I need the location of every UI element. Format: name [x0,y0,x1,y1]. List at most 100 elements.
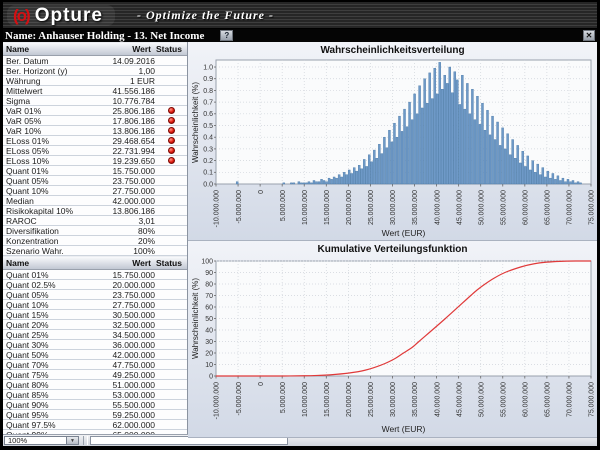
table-row[interactable]: Quant 70% 47.750.000 [3,360,187,370]
zoom-select[interactable]: 100% ▼ [4,436,79,445]
charts-panel: Wahrscheinlichkeitsverteilung Wahrschein… [188,42,597,434]
table-row[interactable]: Quant 10% 27.750.000 [3,186,187,196]
svg-text:70: 70 [205,293,213,300]
red-status-icon [168,137,175,144]
svg-text:100: 100 [201,258,213,265]
row-value: 3,01 [85,216,155,226]
table-row[interactable]: ELoss 10% 19.239.650 [3,156,187,166]
table-row[interactable]: Quant 75% 49.250.000 [3,370,187,380]
svg-text:75.000.000: 75.000.000 [589,190,595,225]
row-name: Quant 05% [3,290,85,300]
row-value: 17.806.186 [85,116,155,126]
svg-text:55.000.000: 55.000.000 [500,382,507,417]
table-row[interactable]: Quant 30% 36.000.000 [3,340,187,350]
row-value: 42.000.000 [85,196,155,206]
cdf-chart: -10.000.000-5.000.00005.000.00010.000.00… [188,241,595,437]
svg-text:70.000.000: 70.000.000 [567,190,574,225]
red-status-icon [168,127,175,134]
help-button[interactable]: ? [220,30,233,41]
row-value: 14.09.2016 [85,56,155,66]
table-row[interactable]: Quant 05% 23.750.000 [3,290,187,300]
svg-text:35.000.000: 35.000.000 [412,190,419,225]
row-value: 36.000.000 [85,340,155,350]
table-row[interactable]: Quant 01% 15.750.000 [3,270,187,280]
row-name: Quant 01% [3,166,85,176]
column-header-wert: Wert [99,44,151,54]
table-row[interactable]: Quant 05% 23.750.000 [3,176,187,186]
svg-text:15.000.000: 15.000.000 [324,190,331,225]
row-name: Quant 50% [3,350,85,360]
close-button[interactable]: ✕ [583,30,595,41]
row-value: 30.500.000 [85,310,155,320]
table-row[interactable]: Konzentration 20% [3,236,187,246]
row-value: 42.000.000 [85,350,155,360]
svg-text:70.000.000: 70.000.000 [567,382,574,417]
risk-metrics-table: Ber. Datum 14.09.2016 Ber. Horizont (y) … [3,56,187,256]
row-name: Szenario Wahr. [3,246,85,256]
red-status-icon [168,117,175,124]
table-row[interactable]: Quant 50% 42.000.000 [3,350,187,360]
table-row[interactable]: Ber. Datum 14.09.2016 [3,56,187,66]
table-row[interactable]: Quant 25% 34.500.000 [3,330,187,340]
table-row[interactable]: ELoss 05% 22.731.994 [3,146,187,156]
column-header-wert: Wert [99,258,151,268]
table-row[interactable]: Sigma 10.776.784 [3,96,187,106]
table-row[interactable]: VaR 01% 25.806.186 [3,106,187,116]
row-value: 80% [85,226,155,236]
svg-text:0.4: 0.4 [203,135,213,142]
table-row[interactable]: Quant 10% 27.750.000 [3,300,187,310]
table-row[interactable]: Quant 85% 53.000.000 [3,390,187,400]
row-name: Quant 05% [3,176,85,186]
table-row[interactable]: Quant 02.5% 20.000.000 [3,280,187,290]
svg-text:60: 60 [205,304,213,311]
row-value: 15.750.000 [85,270,155,280]
svg-text:25.000.000: 25.000.000 [368,190,375,225]
svg-text:75.000.000: 75.000.000 [589,382,595,417]
table-row[interactable]: VaR 05% 17.806.186 [3,116,187,126]
table-row[interactable]: Risikokapital 10% 13.806.186 [3,206,187,216]
svg-text:40.000.000: 40.000.000 [434,382,441,417]
row-value: 100% [85,246,155,256]
row-name: Konzentration [3,236,85,246]
table-row[interactable]: Quant 20% 32.500.000 [3,320,187,330]
opture-logo-icon: (o) [13,7,29,24]
table-row[interactable]: Ber. Horizont (y) 1,00 [3,66,187,76]
column-header-status: Status [151,258,187,268]
table-row[interactable]: Mittelwert 41.556.186 [3,86,187,96]
table-row[interactable]: ELoss 01% 29.468.654 [3,136,187,146]
svg-text:0.6: 0.6 [203,111,213,118]
row-name: Quant 85% [3,390,85,400]
row-value: 10.776.784 [85,96,155,106]
x-axis-label: Wert (EUR) [216,424,591,434]
row-value: 27.750.000 [85,300,155,310]
chart-title: Wahrscheinlichkeitsverteilung [188,45,597,56]
table-row[interactable]: Diversifikation 80% [3,226,187,236]
table-row[interactable]: Quant 15% 30.500.000 [3,310,187,320]
chevron-down-icon[interactable]: ▼ [66,436,79,445]
table-row[interactable]: Quant 90% 55.500.000 [3,400,187,410]
red-status-icon [168,147,175,154]
svg-text:20.000.000: 20.000.000 [346,382,353,417]
row-value: 15.750.000 [85,166,155,176]
table-row[interactable]: Quant 80% 51.000.000 [3,380,187,390]
table-row[interactable]: Quant 95% 59.250.000 [3,410,187,420]
svg-text:30.000.000: 30.000.000 [390,382,397,417]
row-name: Quant 75% [3,370,85,380]
row-value: 13.806.186 [85,126,155,136]
svg-text:45.000.000: 45.000.000 [456,382,463,417]
svg-text:65.000.000: 65.000.000 [545,190,552,225]
table-row[interactable]: Quant 01% 15.750.000 [3,166,187,176]
table-row[interactable]: RAROC 3,01 [3,216,187,226]
table-row[interactable]: Währung 1 EUR [3,76,187,86]
table-row[interactable]: Median 42.000.000 [3,196,187,206]
row-value: 1 EUR [85,76,155,86]
row-name: Mittelwert [3,86,85,96]
row-name: VaR 10% [3,126,85,136]
svg-text:60.000.000: 60.000.000 [523,382,530,417]
table-row[interactable]: Quant 97.5% 62.000.000 [3,420,187,430]
table-row[interactable]: VaR 10% 13.806.186 [3,126,187,136]
row-value: 62.000.000 [85,420,155,430]
svg-text:40: 40 [205,327,213,334]
svg-text:50.000.000: 50.000.000 [478,190,485,225]
table-row[interactable]: Szenario Wahr. 100% [3,246,187,256]
